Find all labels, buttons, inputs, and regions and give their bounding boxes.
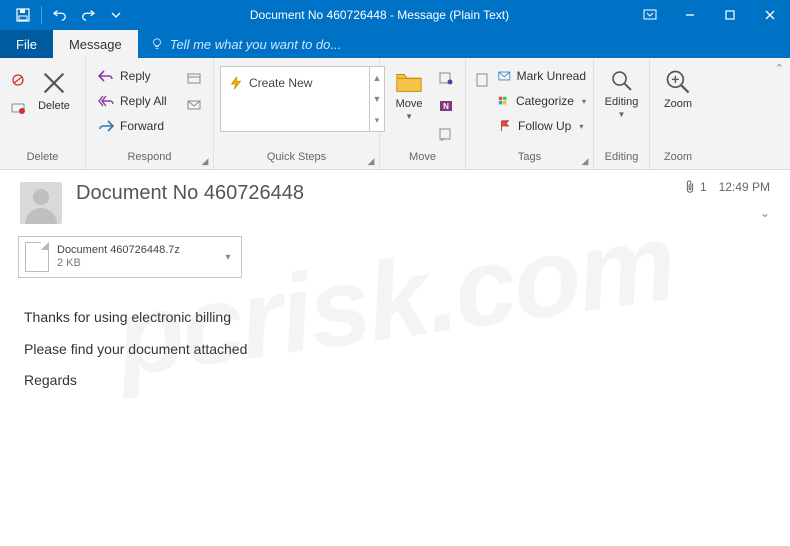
attachment-size: 2 KB — [57, 257, 213, 270]
delete-button[interactable]: Delete — [30, 62, 78, 112]
reply-icon — [98, 69, 114, 83]
group-zoom: Zoom Zoom — [650, 58, 706, 169]
more-respond-button[interactable] — [183, 94, 205, 118]
chevron-down-icon: ▼ — [405, 112, 413, 121]
meeting-button[interactable] — [183, 66, 205, 90]
onenote-button[interactable]: N — [434, 94, 458, 118]
maximize-button[interactable] — [710, 0, 750, 30]
group-quicksteps-label: Quick Steps◢ — [214, 151, 379, 169]
group-respond-label: Respond◢ — [86, 151, 213, 169]
body-line: Thanks for using electronic billing — [24, 308, 766, 328]
group-respond: Reply Reply All Forward Respond◢ — [86, 58, 214, 169]
paperclip-icon — [684, 180, 696, 194]
person-icon — [20, 182, 62, 224]
attachment-dropdown-icon[interactable]: ▾ — [221, 252, 235, 263]
collapse-ribbon-icon[interactable]: ⌃ — [775, 62, 784, 75]
reply-all-icon — [98, 94, 114, 108]
qat-more-icon[interactable] — [103, 2, 129, 28]
delete-caption: Delete — [38, 100, 70, 112]
ribbon: Delete Delete Reply Reply All Forward — [0, 58, 790, 170]
attachment-name: Document 460726448.7z — [57, 244, 213, 257]
message-subject: Document No 460726448 — [76, 182, 304, 205]
editing-button[interactable]: Editing▼ — [600, 62, 643, 120]
group-move: Move▼ N Move — [380, 58, 466, 169]
categorize-button[interactable]: Categorize▾ — [492, 89, 592, 113]
message-body: Thanks for using electronic billing Plea… — [0, 288, 790, 421]
lightning-icon — [229, 76, 243, 90]
title-bar: Document No 460726448 - Message (Plain T… — [0, 0, 790, 30]
redo-icon[interactable] — [75, 2, 101, 28]
tell-me-label: Tell me what you want to do... — [170, 37, 342, 52]
group-move-label: Move — [380, 151, 465, 169]
minimize-button[interactable] — [670, 0, 710, 30]
zoom-icon — [664, 68, 692, 96]
group-editing-label: Editing — [594, 151, 649, 169]
categorize-icon — [498, 95, 510, 107]
zoom-button[interactable]: Zoom — [656, 62, 700, 110]
group-delete: Delete Delete — [0, 58, 86, 169]
ribbon-tabs: File Message Tell me what you want to do… — [0, 30, 790, 58]
rules-button[interactable] — [434, 66, 458, 90]
dialog-launcher-icon[interactable]: ◢ — [579, 156, 591, 168]
body-line: Please find your document attached — [24, 340, 766, 360]
move-button[interactable]: Move▼ — [386, 62, 432, 122]
ignore-button[interactable] — [7, 68, 29, 92]
ribbon-display-options-icon[interactable] — [630, 0, 670, 30]
follow-up-button[interactable]: Follow Up▾ — [492, 114, 592, 138]
close-button[interactable] — [750, 0, 790, 30]
junk-button[interactable] — [7, 96, 29, 120]
group-quick-steps: Create New ▲ ▼ ▾ Quick Steps◢ — [214, 58, 380, 169]
quick-steps-gallery[interactable]: Create New — [220, 66, 370, 132]
sender-avatar — [20, 182, 62, 224]
group-tags: Mark Unread Categorize▾ Follow Up▾ Tags◢ — [466, 58, 594, 169]
file-icon — [25, 242, 49, 272]
quick-step-create-new[interactable]: Create New — [221, 67, 369, 99]
received-time: 12:49 PM — [719, 180, 770, 194]
envelope-icon — [498, 70, 511, 82]
dialog-launcher-icon[interactable]: ◢ — [365, 156, 377, 168]
group-editing: Editing▼ Editing — [594, 58, 650, 169]
message-header: Document No 460726448 1 12:49 PM ⌄ — [0, 170, 790, 232]
assign-policy-button[interactable] — [472, 68, 492, 92]
attachment-count: 1 — [700, 180, 707, 194]
forward-icon — [98, 119, 114, 133]
group-tags-label: Tags◢ — [466, 151, 593, 169]
svg-text:N: N — [443, 102, 449, 111]
actions-button[interactable] — [434, 122, 458, 146]
tab-message[interactable]: Message — [53, 30, 138, 58]
dialog-launcher-icon[interactable]: ◢ — [199, 156, 211, 168]
undo-icon[interactable] — [47, 2, 73, 28]
tell-me-search[interactable]: Tell me what you want to do... — [138, 30, 790, 58]
forward-button[interactable]: Forward — [92, 114, 181, 138]
window-controls — [630, 0, 790, 30]
expand-header-icon[interactable]: ⌄ — [760, 206, 770, 220]
group-zoom-label: Zoom — [650, 151, 706, 169]
window-title: Document No 460726448 - Message (Plain T… — [129, 8, 630, 22]
flag-icon — [498, 120, 512, 132]
reply-button[interactable]: Reply — [92, 64, 181, 88]
tab-file[interactable]: File — [0, 30, 53, 58]
quick-access-toolbar — [0, 2, 129, 28]
attachment-item[interactable]: Document 460726448.7z 2 KB ▾ — [18, 236, 242, 278]
folder-icon — [394, 68, 424, 96]
find-icon — [609, 68, 635, 94]
attachment-indicator: 1 — [684, 180, 707, 194]
body-line: Regards — [24, 371, 766, 391]
attachment-bar: Document 460726448.7z 2 KB ▾ — [0, 232, 790, 288]
mark-unread-button[interactable]: Mark Unread — [492, 64, 592, 88]
group-delete-label: Delete — [0, 151, 85, 169]
save-icon[interactable] — [10, 2, 36, 28]
reply-all-button[interactable]: Reply All — [92, 89, 181, 113]
delete-icon — [39, 68, 69, 98]
lightbulb-icon — [150, 37, 164, 51]
